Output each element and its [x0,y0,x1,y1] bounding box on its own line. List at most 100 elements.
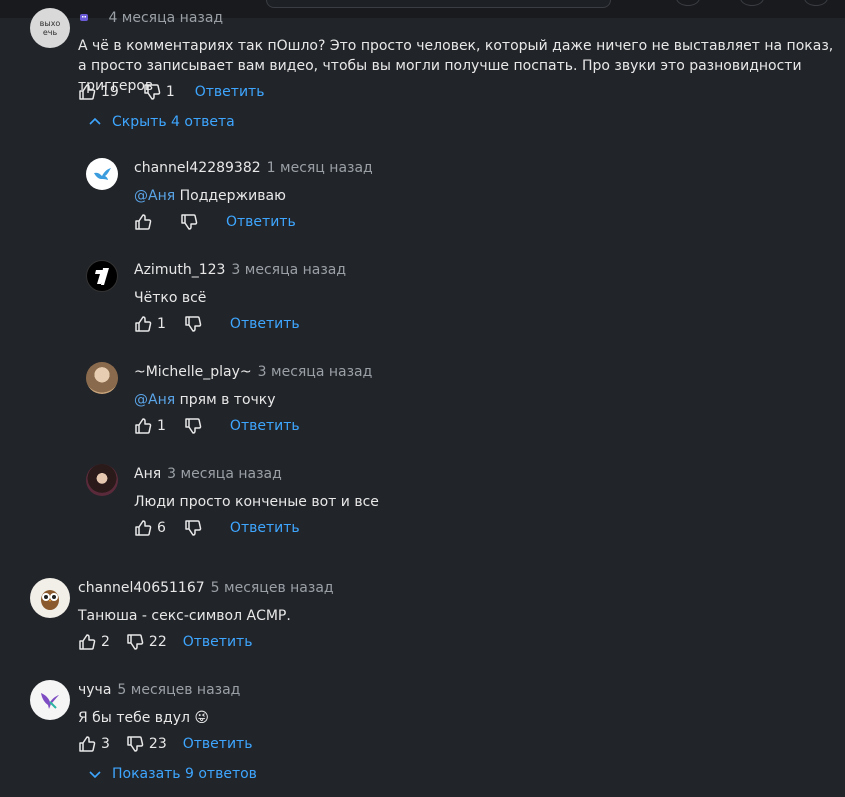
reply-time[interactable]: 3 месяца назад [258,364,373,380]
mention-link[interactable]: @Аня [134,392,175,408]
reply-time[interactable]: 3 месяца назад [167,466,282,482]
header-icon-1[interactable] [676,0,700,6]
comment-author[interactable]: channel40651167 [78,580,205,596]
thumb-down-icon [127,634,144,650]
show-replies-label: Показать 9 ответов [112,766,257,782]
reply-author[interactable]: ~Michelle_play~ [134,364,252,380]
comment-time[interactable]: 5 месяцев назад [117,682,240,698]
like-button[interactable]: 1 [134,315,166,333]
reply-button[interactable]: Ответить [230,316,300,332]
header-icon-3[interactable] [804,0,828,6]
thumb-up-icon [135,520,152,536]
thumb-up-icon [79,634,96,650]
comment-meta: 4 месяца назад [78,10,223,26]
comment-actions: 19 1 Ответить [78,82,264,102]
thumb-up-icon [79,84,96,100]
thumb-up-icon [135,316,152,332]
thumb-down-icon [181,214,198,230]
reply-text: @Аня прям в точку [134,390,276,410]
reply-meta: Azimuth_123 3 месяца назад [134,262,346,278]
search-box[interactable] [266,0,611,8]
like-count: 1 [157,418,166,434]
thumb-up-icon [135,214,152,230]
reply-text: Чётко всё [134,290,207,306]
reply-author[interactable]: Azimuth_123 [134,262,225,278]
dislike-button[interactable] [184,417,202,435]
comment-author[interactable]: чуча [78,682,111,698]
avatar[interactable] [86,260,118,292]
reply-button[interactable]: Ответить [230,418,300,434]
like-button[interactable]: 6 [134,519,166,537]
dislike-count: 1 [165,84,175,100]
thumb-down-icon [185,418,202,434]
comment-meta: channel40651167 5 месяцев назад [78,580,334,596]
thumb-down-icon [185,520,202,536]
dislike-button[interactable]: 1 [143,83,175,101]
mention-link[interactable]: @Аня [134,188,175,204]
like-button[interactable]: 3 [78,735,110,753]
thumb-up-icon [135,418,152,434]
comment-time: 4 месяца назад [108,10,224,26]
reply-text: Люди просто конченые вот и все [134,494,379,510]
reply-author[interactable]: channel42289382 [134,160,261,176]
like-button[interactable]: 2 [78,633,110,651]
comment-time[interactable]: 5 месяцев назад [211,580,334,596]
hummingbird-icon [41,693,59,709]
dislike-button[interactable] [184,315,202,333]
comment-actions: 2 22 Ответить [78,632,252,652]
reply-actions: 1 Ответить [134,416,300,436]
dislike-button[interactable]: 23 [126,735,167,753]
emoji: 😜 [194,710,210,726]
comment-text: Я бы тебе вдул 😜 [78,708,209,728]
avatar[interactable]: выхо ечь [30,8,70,48]
comment-meta: чуча 5 месяцев назад [78,682,240,698]
avatar[interactable] [86,158,118,190]
reply-body: прям в точку [179,392,276,408]
thumb-down-icon [127,736,144,752]
dislike-button[interactable]: 22 [126,633,167,651]
hide-replies-button[interactable]: Скрыть 4 ответа [88,114,235,130]
bird-icon [94,168,111,180]
avatar[interactable] [30,578,70,618]
like-button[interactable]: 1 [134,417,166,435]
reply-button[interactable]: Ответить [230,520,300,536]
avatar[interactable] [30,680,70,720]
reply-meta: channel42289382 1 месяц назад [134,160,373,176]
hide-replies-label: Скрыть 4 ответа [112,114,235,130]
like-count: 2 [101,634,110,650]
dislike-button[interactable] [180,213,198,231]
owl-icon [41,590,59,610]
reply-meta: Аня 3 месяца назад [134,466,282,482]
comment-actions: 3 23 Ответить [78,734,252,754]
reply-button[interactable]: Ответить [226,214,296,230]
thumb-up-icon [79,736,96,752]
avatar-text: выхо ечь [39,19,61,37]
reply-actions: Ответить [134,212,296,232]
dislike-count: 23 [148,736,167,752]
avatar[interactable] [86,464,118,496]
like-count: 3 [101,736,110,752]
channel-one-logo-icon [95,268,109,285]
reply-time[interactable]: 1 месяц назад [267,160,373,176]
reply-button[interactable]: Ответить [183,736,253,752]
reply-body: Поддерживаю [179,188,286,204]
badge-icon [78,11,90,23]
reply-meta: ~Michelle_play~ 3 месяца назад [134,364,372,380]
like-button[interactable] [134,213,152,231]
reply-author[interactable]: Аня [134,466,161,482]
reply-actions: 6 Ответить [134,518,300,538]
reply-button[interactable]: Ответить [183,634,253,650]
reply-button[interactable]: Ответить [195,84,265,100]
dislike-button[interactable] [184,519,202,537]
dislike-count: 22 [148,634,167,650]
show-replies-button[interactable]: Показать 9 ответов [88,766,257,782]
reply-time[interactable]: 3 месяца назад [231,262,346,278]
avatar[interactable] [86,362,118,394]
like-button[interactable]: 19 [78,83,119,101]
thumb-down-icon [144,84,161,100]
comment-body: Я бы тебе вдул [78,710,190,726]
comment-text: Танюша - секс-символ АСМР. [78,608,291,624]
header-icon-2[interactable] [740,0,764,6]
chevron-down-icon [89,771,101,779]
reply-actions: 1 Ответить [134,314,300,334]
